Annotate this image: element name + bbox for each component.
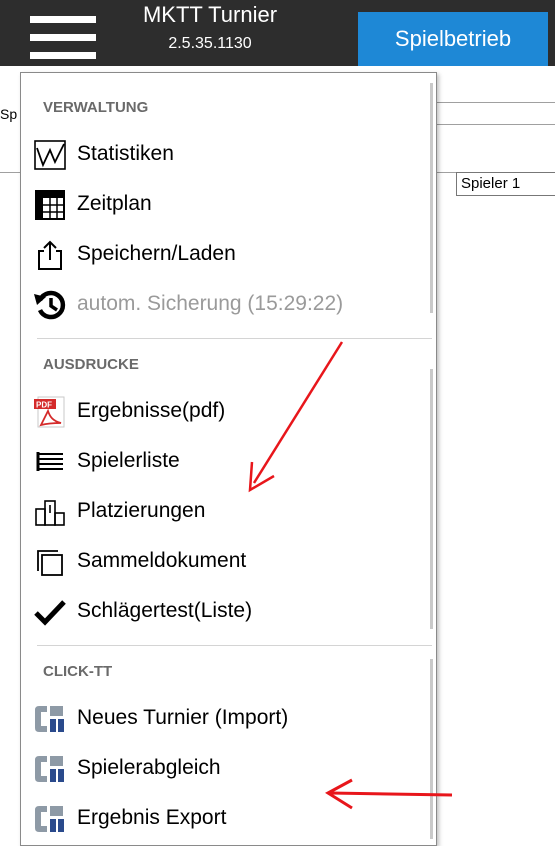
menu-item-autom-sicherung[interactable]: autom. Sicherung (15:29:22) <box>33 284 423 326</box>
click-tt-logo-icon <box>35 706 64 732</box>
menu-item-ergebnis-export[interactable]: Ergebnis Export <box>33 798 423 840</box>
menu-item-platzierungen[interactable]: Platzierungen <box>33 491 423 533</box>
menu-item-label: Platzierungen <box>77 499 206 522</box>
menu-item-label: Ergebnis Export <box>77 806 227 829</box>
click-tt-logo-icon <box>35 806 64 832</box>
menu-item-label: Speichern/Laden <box>77 242 236 265</box>
click-tt-logo-icon <box>35 756 64 782</box>
podium-icon <box>35 500 65 526</box>
menu-item-label: Ergebnisse(pdf) <box>77 399 226 422</box>
tab-spielbetrieb[interactable]: Spielbetrieb <box>358 12 548 66</box>
hamburger-menu-icon[interactable] <box>30 16 96 60</box>
menu-item-label: Spielerabgleich <box>77 756 221 779</box>
main-menu-dropdown: VERWALTUNG Statistiken Zeitplan Speicher… <box>20 72 437 846</box>
menu-item-label: Sammeldokument <box>77 549 247 572</box>
background-label-fragment: Sp <box>0 106 18 122</box>
history-clock-icon <box>34 290 66 320</box>
menu-item-speichern-laden[interactable]: Speichern/Laden <box>33 234 423 276</box>
section-header-click-tt: CLICK-TT <box>43 663 113 680</box>
app-title: MKTT Turnier <box>142 2 278 27</box>
menu-item-zeitplan[interactable]: Zeitplan <box>33 184 423 226</box>
menu-item-label: autom. Sicherung (15:29:22) <box>77 292 344 315</box>
list-icon <box>36 452 63 471</box>
column-header-spieler-1[interactable]: Spieler 1 <box>456 172 555 196</box>
menu-item-label: Zeitplan <box>77 192 152 215</box>
menu-item-label: Schlägertest(Liste) <box>77 599 253 622</box>
section-header-verwaltung: VERWALTUNG <box>43 99 149 116</box>
menu-item-spielerliste[interactable]: Spielerliste <box>33 441 423 483</box>
svg-text:PDF: PDF <box>36 401 52 410</box>
section-header-ausdrucke: AUSDRUCKE <box>43 356 139 373</box>
menu-item-sammeldokument[interactable]: Sammeldokument <box>33 541 423 583</box>
title-bar: MKTT Turnier 2.5.35.1130 Spielbetrieb <box>0 0 555 66</box>
background-divider <box>437 102 555 103</box>
menu-item-spielerabgleich[interactable]: Spielerabgleich <box>33 748 423 790</box>
app-version: 2.5.35.1130 <box>168 35 252 52</box>
menu-item-neues-turnier-import[interactable]: Neues Turnier (Import) <box>33 698 423 740</box>
checkmark-icon <box>34 600 66 626</box>
copy-documents-icon <box>37 550 63 576</box>
menu-item-statistiken[interactable]: Statistiken <box>33 134 423 176</box>
menu-item-ergebnisse-pdf[interactable]: PDF Ergebnisse(pdf) <box>33 391 423 433</box>
grid-table-icon <box>35 190 65 220</box>
pdf-icon: PDF <box>34 396 65 428</box>
menu-item-schlaegertest[interactable]: Schlägertest(Liste) <box>33 591 423 633</box>
menu-item-label: Neues Turnier (Import) <box>77 706 289 729</box>
background-divider <box>437 124 555 125</box>
menu-item-label: Statistiken <box>77 142 174 165</box>
section-divider <box>37 645 432 646</box>
share-upload-icon <box>38 240 62 270</box>
chart-line-icon <box>34 140 66 170</box>
menu-scroll-indicator <box>430 79 433 839</box>
section-divider <box>37 338 432 339</box>
menu-item-label: Spielerliste <box>77 449 180 472</box>
